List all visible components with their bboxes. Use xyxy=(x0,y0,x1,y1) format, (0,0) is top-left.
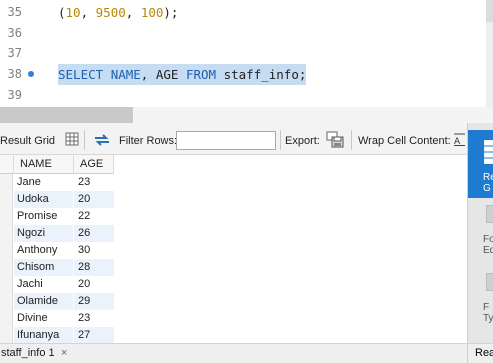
filter-rows-input[interactable] xyxy=(176,131,276,150)
sql-text: ); xyxy=(163,5,179,20)
result-grid-label: Result Grid xyxy=(0,135,56,147)
side-result-grid-button[interactable]: Re G xyxy=(468,130,493,198)
editor-horizontal-scroll-thumb[interactable] xyxy=(0,107,133,123)
result-grid[interactable]: NAME AGE Jane 23 Udoka 20 Promise 22 Ngozi 26 An… xyxy=(0,155,467,343)
sql-number: 9500 xyxy=(95,5,126,20)
table-row[interactable]: Jachi 20 xyxy=(0,276,467,293)
cell-age[interactable]: 20 xyxy=(74,191,114,208)
sql-text: , xyxy=(80,5,96,20)
side-result-grid-label-2: G xyxy=(483,183,491,194)
table-row[interactable]: Anthony 30 xyxy=(0,242,467,259)
sql-text: , AGE xyxy=(140,67,186,82)
editor-line[interactable]: 39 xyxy=(0,85,493,106)
right-side-panel: Re G Fo Ed F Ty xyxy=(467,123,493,363)
cell-name[interactable]: Divine xyxy=(14,310,73,327)
result-tab-staff-info[interactable]: staff_info 1 xyxy=(0,344,55,363)
table-row[interactable]: Divine 23 xyxy=(0,310,467,327)
toolbar-divider xyxy=(84,130,85,150)
result-tab-bar: staff_info 1 × xyxy=(0,343,467,363)
result-grid-tab[interactable]: Result Grid xyxy=(0,123,55,155)
line-number: 37 xyxy=(7,46,22,60)
cell-age[interactable]: 29 xyxy=(74,293,114,310)
toolbar-divider xyxy=(280,130,281,150)
wrap-cell-label: Wrap Cell Content: xyxy=(358,135,451,147)
cell-name[interactable]: Anthony xyxy=(14,242,73,259)
execution-marker-icon[interactable] xyxy=(28,71,34,77)
field-types-icon xyxy=(486,273,493,291)
sql-text: , xyxy=(125,5,141,20)
cell-age[interactable]: 23 xyxy=(74,310,114,327)
editor-line[interactable]: 38 SELECT NAME, AGE FROM staff_info; xyxy=(0,64,493,85)
table-row[interactable]: Jane 23 xyxy=(0,174,467,191)
grid-corner[interactable] xyxy=(0,155,14,174)
side-form-editor-label: Fo xyxy=(483,234,493,245)
side-result-grid-label: Re xyxy=(483,172,493,183)
cell-age[interactable]: 26 xyxy=(74,225,114,242)
line-number: 39 xyxy=(7,88,22,102)
column-header-name[interactable]: NAME xyxy=(14,155,74,174)
cell-name[interactable]: Udoka xyxy=(14,191,73,208)
table-row[interactable]: Ngozi 26 xyxy=(0,225,467,242)
cell-name[interactable]: Chisom xyxy=(14,259,73,276)
editor-vertical-scrollbar[interactable] xyxy=(486,0,493,107)
toolbar-divider xyxy=(351,130,352,150)
cell-age[interactable]: 23 xyxy=(74,174,114,191)
line-number: 36 xyxy=(7,26,22,40)
side-form-editor-label-2: Ed xyxy=(483,245,493,256)
editor-scroll-thumb[interactable] xyxy=(486,0,493,22)
cell-age[interactable]: 30 xyxy=(74,242,114,259)
cell-age[interactable]: 20 xyxy=(74,276,114,293)
editor-line[interactable]: 35 (10, 9500, 100); xyxy=(0,2,493,23)
sql-number: 10 xyxy=(65,5,81,20)
table-row[interactable]: Olamide 29 xyxy=(0,293,467,310)
filter-rows-label: Filter Rows: xyxy=(119,135,178,147)
grid-icon xyxy=(484,140,493,164)
cell-name[interactable]: Olamide xyxy=(14,293,73,310)
editor-line[interactable]: 36 xyxy=(0,23,493,44)
grid-icon[interactable] xyxy=(65,132,79,146)
sql-text: ( xyxy=(58,5,66,20)
table-row[interactable]: Ifunanya 27 xyxy=(0,327,467,343)
sql-editor[interactable]: 35 (10, 9500, 100); 36 37 38 SELECT NAME, AGE… xyxy=(0,0,493,107)
export-save-icon[interactable] xyxy=(326,131,344,148)
read-only-label: Read xyxy=(467,343,493,363)
cell-name[interactable]: Ngozi xyxy=(14,225,73,242)
export-label: Export: xyxy=(285,135,320,147)
cell-age[interactable]: 22 xyxy=(74,208,114,225)
sql-text: staff_info; xyxy=(216,67,307,82)
table-row[interactable]: Promise 22 xyxy=(0,208,467,225)
wrap-text-icon[interactable]: A xyxy=(453,132,466,147)
side-field-types-label: F xyxy=(483,302,490,313)
table-row[interactable]: Udoka 20 xyxy=(0,191,467,208)
form-editor-icon xyxy=(486,205,493,223)
cell-name[interactable]: Ifunanya xyxy=(14,327,73,343)
sql-keyword: FROM xyxy=(185,67,217,82)
sql-code[interactable]: SELECT NAME, AGE FROM staff_info; xyxy=(58,64,307,85)
column-header-age[interactable]: AGE xyxy=(74,155,114,174)
cell-name[interactable]: Jane xyxy=(14,174,73,191)
line-number: 38 xyxy=(7,67,22,81)
sql-keyword: NAME xyxy=(110,67,141,82)
editor-line[interactable]: 37 xyxy=(0,43,493,64)
cell-age[interactable]: 28 xyxy=(74,259,114,276)
cell-name[interactable]: Promise xyxy=(14,208,73,225)
sql-code[interactable]: (10, 9500, 100); xyxy=(58,2,178,23)
cell-name[interactable]: Jachi xyxy=(14,276,73,293)
line-number: 35 xyxy=(7,5,22,19)
table-row[interactable]: Chisom 28 xyxy=(0,259,467,276)
side-field-types-label-2: Ty xyxy=(483,313,493,324)
refresh-arrows-icon[interactable] xyxy=(93,132,111,148)
sql-number: 100 xyxy=(140,5,164,20)
sql-keyword: SELECT xyxy=(58,67,104,82)
cell-age[interactable]: 27 xyxy=(74,327,114,343)
close-icon[interactable]: × xyxy=(61,344,67,363)
